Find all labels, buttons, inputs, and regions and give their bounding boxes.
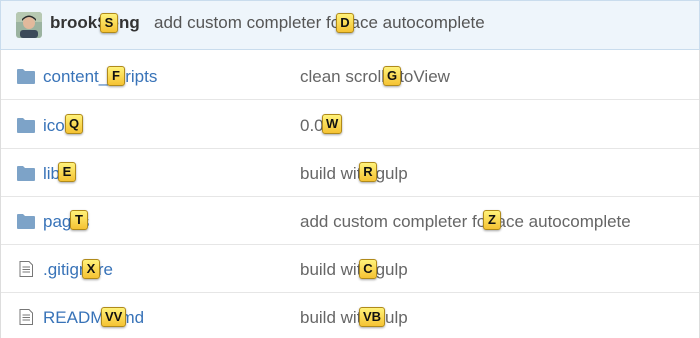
avatar[interactable] bbox=[16, 12, 42, 38]
file-row[interactable]: content_scripts clean scrollIntoView bbox=[1, 52, 699, 100]
folder-icon bbox=[17, 69, 35, 84]
link-hint-badge[interactable]: VB bbox=[359, 307, 386, 327]
file-commit-message-link[interactable]: build with gulp bbox=[300, 164, 408, 184]
file-name-link[interactable]: .gitignore bbox=[43, 260, 113, 280]
link-hint-badge[interactable]: T bbox=[70, 210, 88, 230]
file-text-icon bbox=[19, 261, 33, 277]
file-commit-message-link[interactable]: build with gulp bbox=[300, 308, 408, 328]
link-hint-badge[interactable]: S bbox=[100, 13, 118, 33]
file-row[interactable]: .gitignore build with gulp bbox=[1, 245, 699, 293]
file-commit-message-link[interactable]: build with gulp bbox=[300, 260, 408, 280]
link-hint-badge[interactable]: F bbox=[107, 66, 125, 86]
folder-icon bbox=[17, 214, 35, 229]
link-hint-badge[interactable]: R bbox=[359, 162, 377, 182]
link-hint-badge[interactable]: X bbox=[82, 259, 100, 279]
file-row[interactable]: icons 0.0.1 bbox=[1, 101, 699, 149]
link-hint-badge[interactable]: D bbox=[336, 13, 354, 33]
file-name-link[interactable]: README.md bbox=[43, 308, 144, 328]
link-hint-badge[interactable]: VV bbox=[101, 307, 127, 327]
file-commit-message-link[interactable]: clean scrollIntoView bbox=[300, 67, 450, 87]
commit-author-link[interactable]: brookSong bbox=[50, 13, 140, 33]
link-hint-badge[interactable]: E bbox=[58, 162, 76, 182]
link-hint-badge[interactable]: G bbox=[383, 66, 402, 86]
file-list: content_scripts clean scrollIntoView ico… bbox=[0, 50, 700, 338]
link-hint-badge[interactable]: W bbox=[322, 114, 343, 134]
file-row[interactable]: pages add custom completer for ace autoc… bbox=[1, 197, 699, 245]
link-hint-badge[interactable]: Z bbox=[483, 210, 501, 230]
file-name-link[interactable]: content_scripts bbox=[43, 67, 157, 87]
link-hint-badge[interactable]: C bbox=[359, 259, 377, 279]
folder-icon bbox=[17, 118, 35, 133]
link-hint-badge[interactable]: Q bbox=[65, 114, 84, 134]
file-text-icon bbox=[19, 309, 33, 325]
commit-message-link[interactable]: add custom completer for ace autocomplet… bbox=[154, 13, 485, 33]
file-commit-message-link[interactable]: add custom completer for ace autocomplet… bbox=[300, 212, 631, 232]
folder-icon bbox=[17, 166, 35, 181]
file-row[interactable]: lib build with gulp bbox=[1, 149, 699, 197]
